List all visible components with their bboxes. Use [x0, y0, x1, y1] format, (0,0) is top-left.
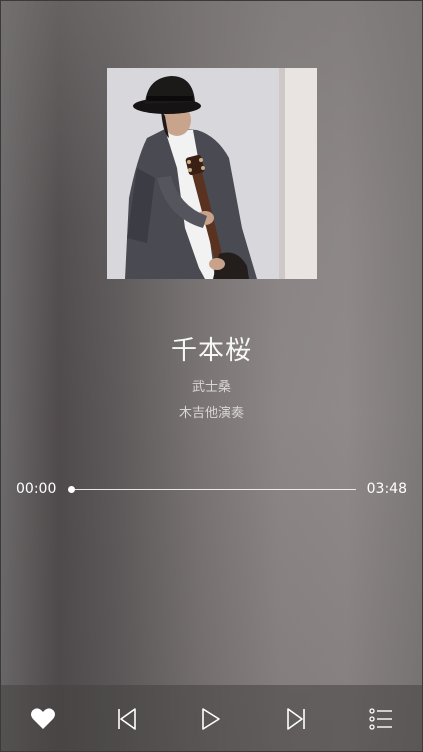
album-name: 木吉他演奏: [178, 406, 244, 421]
playlist-icon: [369, 708, 392, 730]
skip-previous-icon: [118, 708, 136, 730]
play-icon: [202, 708, 220, 730]
control-bar: [0, 685, 423, 752]
progress-bar[interactable]: 00:00 03:48: [0, 480, 423, 500]
total-duration: 03:48: [366, 481, 407, 497]
song-title: 千本桜: [170, 336, 252, 366]
player-screen: 千本桜 武士桑 木吉他演奏 00:00 03:48: [0, 0, 423, 752]
play-button[interactable]: [197, 705, 225, 733]
progress-knob[interactable]: [67, 486, 75, 493]
artist-name: 武士桑: [191, 380, 231, 395]
album-cover: [107, 68, 317, 279]
previous-button[interactable]: [113, 705, 141, 733]
current-time: 00:00: [16, 481, 57, 497]
next-button[interactable]: [282, 705, 310, 733]
skip-next-icon: [287, 708, 305, 730]
progress-track[interactable]: [71, 489, 356, 490]
playlist-button[interactable]: [367, 705, 395, 733]
heart-icon: [31, 708, 55, 729]
like-button[interactable]: [29, 705, 57, 733]
